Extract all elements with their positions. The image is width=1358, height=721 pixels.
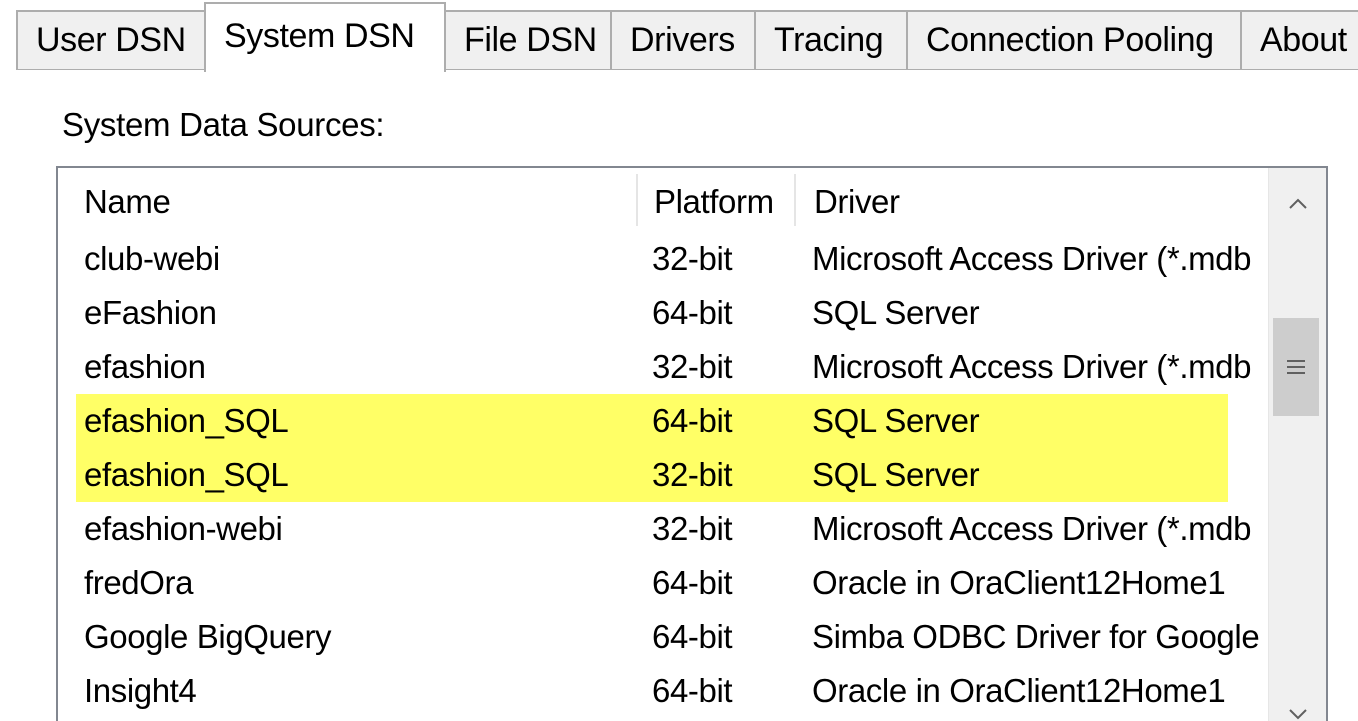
row-platform: 64-bit [652, 294, 733, 331]
column-header-name[interactable]: Name [58, 168, 638, 232]
row-platform: 64-bit [652, 618, 733, 655]
list-header: Name Platform Driver [58, 168, 1268, 232]
row-name: Google BigQuery [84, 618, 332, 655]
chevron-up-icon[interactable] [1269, 172, 1326, 232]
row-platform: 32-bit [652, 348, 733, 385]
row-name: efashion_SQL [84, 402, 289, 439]
row-name: eFashion [84, 294, 217, 331]
table-row[interactable]: Google BigQuery 64-bit Simba ODBC Driver… [58, 610, 1268, 664]
row-driver: SQL Server [812, 294, 980, 331]
row-driver: Oracle in OraClient12Home1 [812, 564, 1226, 601]
tab-drivers[interactable]: Drivers [610, 10, 756, 69]
tab-connection-pooling[interactable]: Connection Pooling [906, 10, 1242, 69]
row-name: club-webi [84, 240, 220, 277]
row-platform: 64-bit [652, 564, 733, 601]
table-row-highlighted[interactable]: efashion_SQL 32-bit SQL Server [76, 448, 1228, 502]
row-driver: SQL Server [812, 456, 980, 493]
tab-system-dsn[interactable]: System DSN [204, 2, 446, 72]
row-driver: SQL Server [812, 402, 980, 439]
row-name: efashion [84, 348, 206, 385]
row-platform: 64-bit [652, 402, 733, 439]
tab-user-dsn[interactable]: User DSN [16, 10, 206, 69]
table-row[interactable]: club-webi 32-bit Microsoft Access Driver… [58, 232, 1268, 286]
table-row[interactable]: efashion 32-bit Microsoft Access Driver … [58, 340, 1268, 394]
row-name: efashion_SQL [84, 456, 289, 493]
row-name: fredOra [84, 564, 194, 601]
tab-about[interactable]: About [1240, 10, 1358, 69]
tab-strip: User DSN System DSN File DSN Drivers Tra… [0, 0, 1358, 72]
table-row[interactable]: fredOra 64-bit Oracle in OraClient12Home… [58, 556, 1268, 610]
table-row[interactable]: efashion-webi 32-bit Microsoft Access Dr… [58, 502, 1268, 556]
row-name: Insight4 [84, 672, 197, 709]
row-platform: 32-bit [652, 240, 733, 277]
system-data-sources-label: System Data Sources: [62, 106, 385, 143]
tab-file-dsn[interactable]: File DSN [444, 10, 612, 69]
scrollbar-thumb[interactable] [1273, 318, 1319, 416]
row-platform: 32-bit [652, 510, 733, 547]
table-row-highlighted[interactable]: efashion_SQL 64-bit SQL Server [76, 394, 1228, 448]
table-row[interactable]: eFashion 64-bit SQL Server [58, 286, 1268, 340]
row-driver: Microsoft Access Driver (*.mdb [812, 240, 1252, 277]
list-rows: club-webi 32-bit Microsoft Access Driver… [58, 232, 1268, 718]
row-driver: Microsoft Access Driver (*.mdb [812, 348, 1252, 385]
column-header-driver[interactable]: Driver [788, 168, 1268, 232]
table-row[interactable]: Insight4 64-bit Oracle in OraClient12Hom… [58, 664, 1268, 718]
system-data-sources-list[interactable]: Name Platform Driver club-webi 32-bit Mi… [56, 166, 1328, 721]
odbc-data-source-window: User DSN System DSN File DSN Drivers Tra… [0, 0, 1358, 721]
grip-icon [1287, 360, 1305, 374]
row-driver: Microsoft Access Driver (*.mdb [812, 510, 1252, 547]
row-name: efashion-webi [84, 510, 283, 547]
chevron-down-icon[interactable] [1269, 682, 1326, 721]
row-driver: Oracle in OraClient12Home1 [812, 672, 1226, 709]
vertical-scrollbar[interactable] [1268, 168, 1326, 721]
row-platform: 32-bit [652, 456, 733, 493]
row-driver: Simba ODBC Driver for Google [812, 618, 1260, 655]
column-header-platform[interactable]: Platform [628, 168, 798, 232]
tab-tracing[interactable]: Tracing [754, 10, 908, 69]
row-platform: 64-bit [652, 672, 733, 709]
